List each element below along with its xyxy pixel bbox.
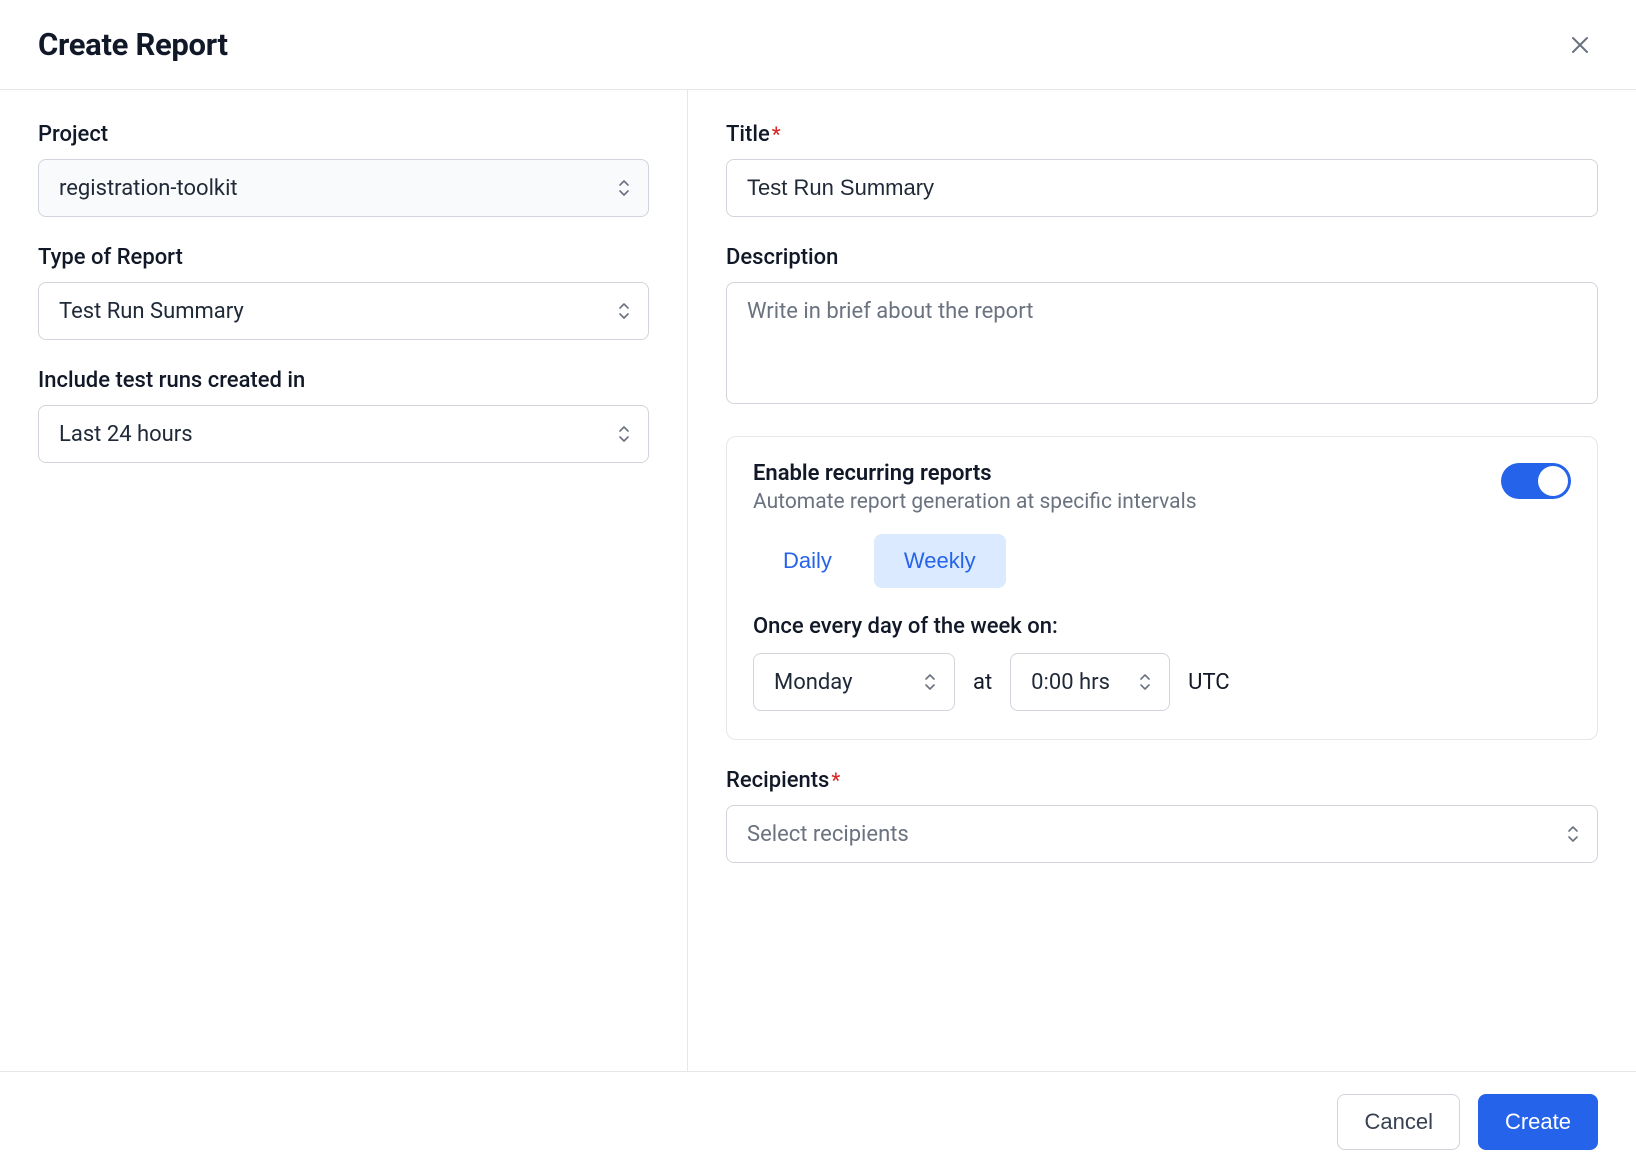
recurring-subtitle: Automate report generation at specific i…	[753, 490, 1197, 514]
recipients-label: Recipients*	[726, 768, 1598, 793]
project-field: Project registration-toolkit	[38, 122, 649, 217]
at-text: at	[973, 670, 992, 695]
description-field: Description	[726, 245, 1598, 408]
modal-header: Create Report	[0, 0, 1636, 90]
recipients-select[interactable]: Select recipients	[726, 805, 1598, 863]
description-input[interactable]	[726, 282, 1598, 404]
report-type-select[interactable]: Test Run Summary	[38, 282, 649, 340]
project-select[interactable]: registration-toolkit	[38, 159, 649, 217]
title-field: Title*	[726, 122, 1598, 217]
title-input[interactable]	[726, 159, 1598, 217]
recipients-field: Recipients* Select recipients	[726, 768, 1598, 863]
tab-weekly[interactable]: Weekly	[874, 534, 1006, 588]
time-select[interactable]: 0:00 hrs	[1010, 653, 1170, 711]
recurring-toggle[interactable]	[1501, 463, 1571, 499]
time-value: 0:00 hrs	[1031, 670, 1110, 695]
cancel-button[interactable]: Cancel	[1337, 1094, 1459, 1150]
project-value: registration-toolkit	[59, 176, 238, 201]
day-value: Monday	[774, 670, 853, 695]
frequency-tabs: Daily Weekly	[753, 534, 1571, 588]
left-column: Project registration-toolkit Type of Rep…	[0, 90, 688, 1071]
report-type-label: Type of Report	[38, 245, 649, 270]
day-select[interactable]: Monday	[753, 653, 955, 711]
required-asterisk: *	[772, 122, 781, 146]
include-label: Include test runs created in	[38, 368, 649, 393]
schedule-row: Monday at 0:00 hrs	[753, 653, 1571, 711]
description-label: Description	[726, 245, 1598, 270]
recurring-title: Enable recurring reports	[753, 461, 1197, 486]
include-select[interactable]: Last 24 hours	[38, 405, 649, 463]
tab-daily[interactable]: Daily	[753, 534, 862, 588]
recurring-card: Enable recurring reports Automate report…	[726, 436, 1598, 740]
modal-footer: Cancel Create	[0, 1071, 1636, 1172]
close-icon	[1568, 33, 1592, 57]
create-report-modal: Create Report Project registration-toolk…	[0, 0, 1636, 1172]
right-column: Title* Description Enable recurring repo…	[688, 90, 1636, 1071]
recipients-placeholder: Select recipients	[747, 822, 909, 847]
include-field: Include test runs created in Last 24 hou…	[38, 368, 649, 463]
report-type-value: Test Run Summary	[59, 299, 244, 324]
modal-title: Create Report	[38, 26, 228, 63]
title-label: Title*	[726, 122, 1598, 147]
recurring-header: Enable recurring reports Automate report…	[753, 461, 1571, 514]
toggle-knob	[1538, 466, 1568, 496]
close-button[interactable]	[1562, 27, 1598, 63]
include-value: Last 24 hours	[59, 422, 193, 447]
report-type-field: Type of Report Test Run Summary	[38, 245, 649, 340]
project-label: Project	[38, 122, 649, 147]
required-asterisk: *	[831, 768, 840, 792]
schedule-label: Once every day of the week on:	[753, 614, 1571, 639]
create-button[interactable]: Create	[1478, 1094, 1598, 1150]
modal-body: Project registration-toolkit Type of Rep…	[0, 90, 1636, 1071]
timezone-text: UTC	[1188, 670, 1229, 695]
